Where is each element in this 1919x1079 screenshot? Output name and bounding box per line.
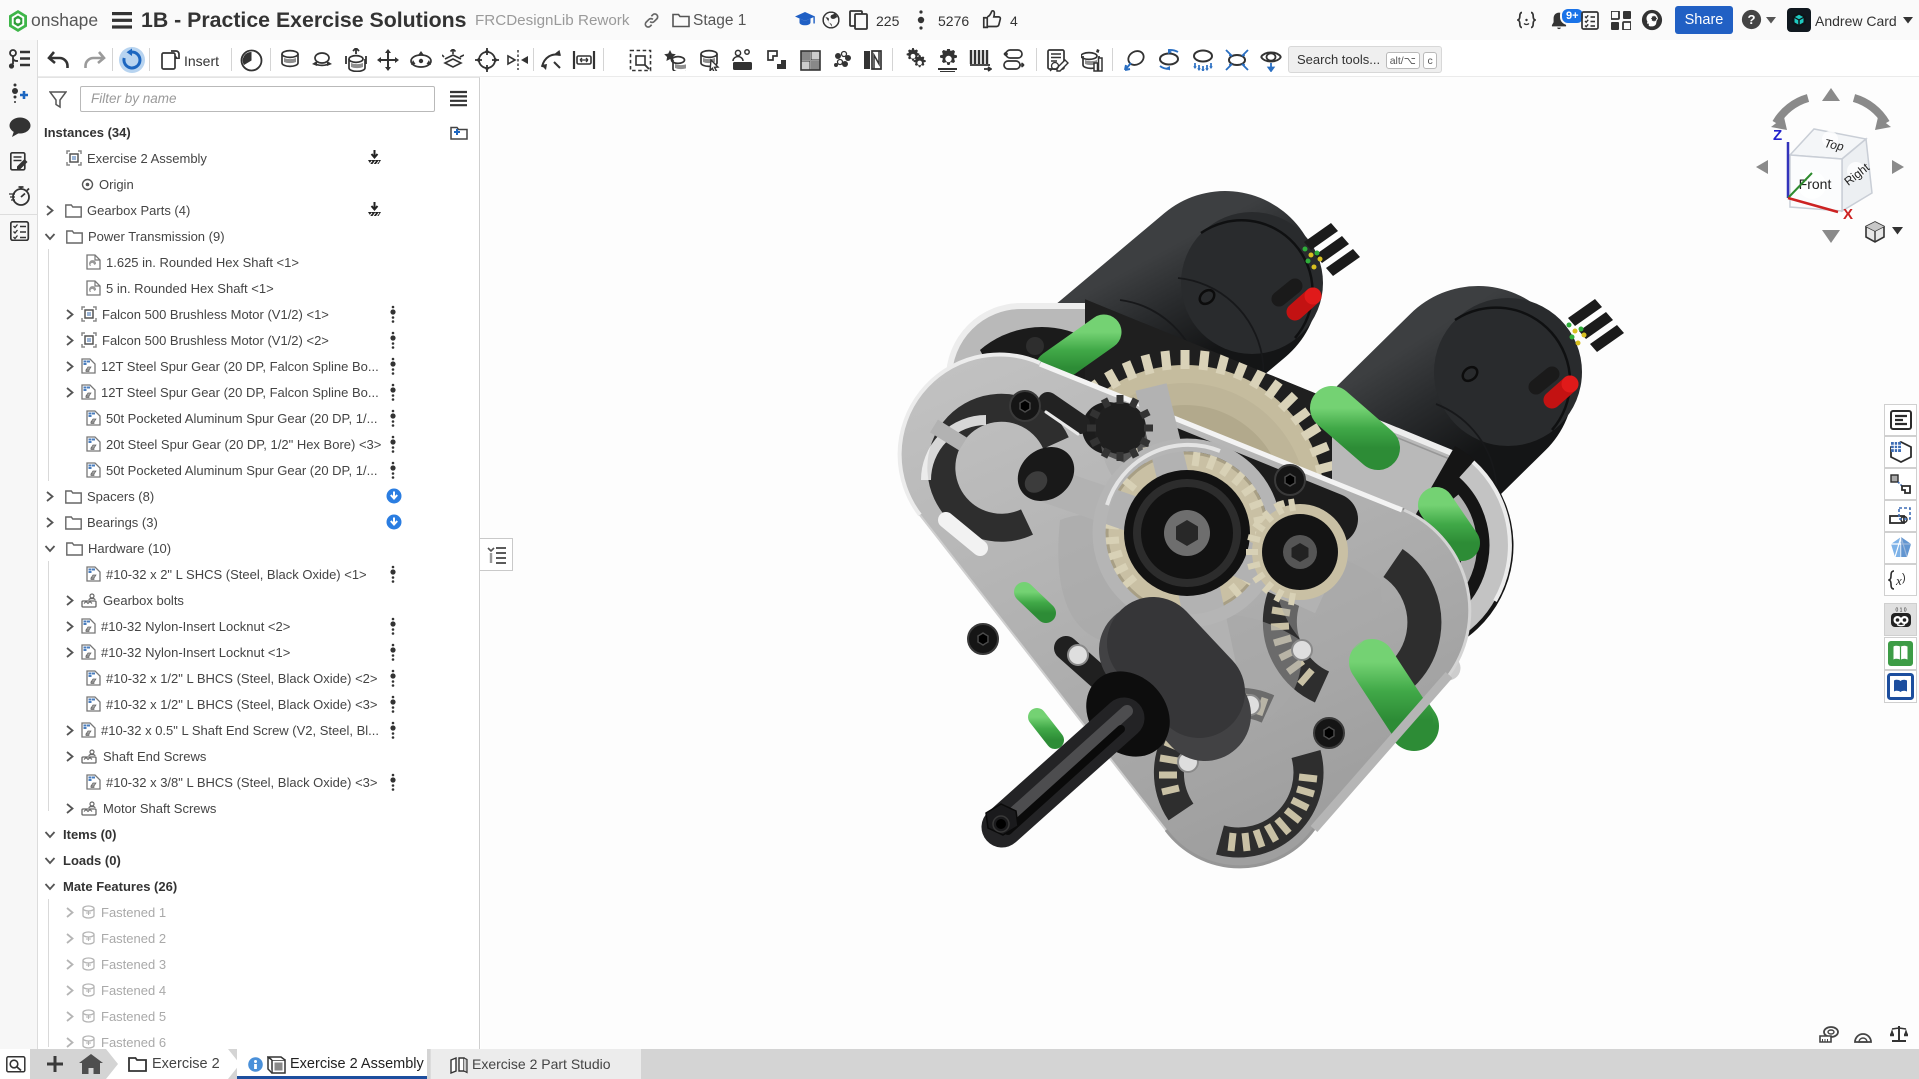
- svg-text:X: X: [1843, 206, 1853, 223]
- svg-text:Front: Front: [1799, 176, 1832, 192]
- svg-text:Z: Z: [1773, 127, 1782, 144]
- svg-text:?: ?: [1747, 12, 1755, 27]
- svg-text:x: x: [1895, 573, 1902, 588]
- svg-text:): ): [1902, 572, 1906, 584]
- svg-text:0 1 0: 0 1 0: [1895, 608, 1906, 614]
